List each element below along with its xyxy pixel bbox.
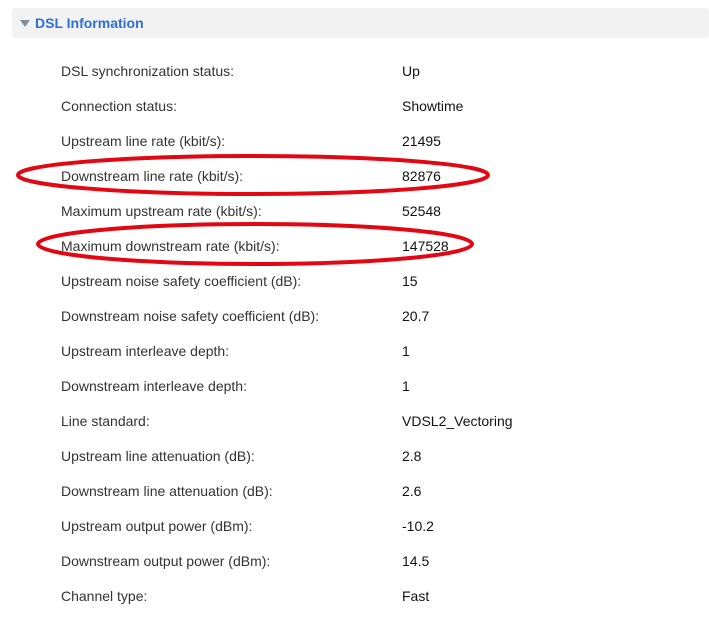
info-label: Downstream line attenuation (dB): — [61, 483, 273, 499]
info-value: 2.8 — [402, 448, 422, 464]
info-value: 82876 — [402, 168, 441, 184]
info-value: 15 — [402, 273, 418, 289]
info-label: Upstream line attenuation (dB): — [61, 448, 255, 464]
info-label: DSL synchronization status: — [61, 63, 235, 79]
dsl-info-list: DSL synchronization status: Up Connectio… — [0, 53, 709, 613]
info-value: 20.7 — [402, 308, 430, 324]
info-label: Downstream interleave depth: — [61, 378, 247, 394]
info-label: Connection status: — [61, 98, 177, 114]
info-label: Downstream noise safety coefficient (dB)… — [61, 308, 320, 324]
info-label: Upstream noise safety coefficient (dB): — [61, 273, 302, 289]
info-label: Upstream line rate (kbit/s): — [61, 133, 226, 149]
info-label: Downstream output power (dBm): — [61, 553, 271, 569]
info-value: 1 — [402, 343, 410, 359]
info-value: 1 — [402, 378, 410, 394]
info-row-channel-type: Channel type: Fast — [0, 578, 709, 613]
info-row-upstream-noise-safety: Upstream noise safety coefficient (dB): … — [0, 263, 709, 298]
info-value: VDSL2_Vectoring — [402, 413, 513, 429]
info-label: Maximum upstream rate (kbit/s): — [61, 203, 262, 219]
info-row-max-downstream-rate: Maximum downstream rate (kbit/s): 147528 — [0, 228, 709, 263]
info-value: 147528 — [402, 238, 449, 254]
info-value: Fast — [402, 588, 430, 604]
info-value: -10.2 — [402, 518, 434, 534]
info-row-upstream-output-power: Upstream output power (dBm): -10.2 — [0, 508, 709, 543]
info-value: Showtime — [402, 98, 464, 114]
info-row-downstream-output-power: Downstream output power (dBm): 14.5 — [0, 543, 709, 578]
info-label: Channel type: — [61, 588, 148, 604]
info-row-line-standard: Line standard: VDSL2_Vectoring — [0, 403, 709, 438]
info-row-upstream-attenuation: Upstream line attenuation (dB): 2.8 — [0, 438, 709, 473]
info-row-sync-status: DSL synchronization status: Up — [0, 53, 709, 88]
info-row-downstream-attenuation: Downstream line attenuation (dB): 2.6 — [0, 473, 709, 508]
info-row-connection-status: Connection status: Showtime — [0, 88, 709, 123]
info-value: Up — [402, 63, 420, 79]
info-label: Downstream line rate (kbit/s): — [61, 168, 244, 184]
info-value: 21495 — [402, 133, 441, 149]
info-row-upstream-interleave-depth: Upstream interleave depth: 1 — [0, 333, 709, 368]
info-row-downstream-line-rate: Downstream line rate (kbit/s): 82876 — [0, 158, 709, 193]
caret-down-icon[interactable] — [20, 20, 30, 27]
info-label: Line standard: — [61, 413, 150, 429]
info-row-downstream-interleave-depth: Downstream interleave depth: 1 — [0, 368, 709, 403]
info-value: 14.5 — [402, 553, 430, 569]
info-row-max-upstream-rate: Maximum upstream rate (kbit/s): 52548 — [0, 193, 709, 228]
info-label: Upstream interleave depth: — [61, 343, 230, 359]
info-label: Maximum downstream rate (kbit/s): — [61, 238, 280, 254]
info-row-downstream-noise-safety: Downstream noise safety coefficient (dB)… — [0, 298, 709, 333]
info-value: 2.6 — [402, 483, 422, 499]
info-label: Upstream output power (dBm): — [61, 518, 253, 534]
panel-title: DSL Information — [35, 15, 144, 31]
info-value: 52548 — [402, 203, 441, 219]
dsl-information-header[interactable]: DSL Information — [12, 8, 709, 38]
info-row-upstream-line-rate: Upstream line rate (kbit/s): 21495 — [0, 123, 709, 158]
